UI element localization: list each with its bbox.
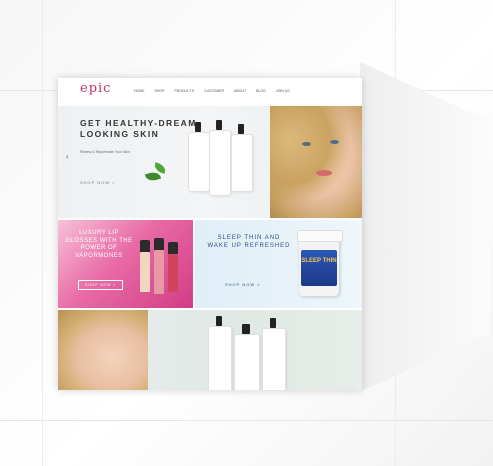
gloss-tube (168, 254, 178, 292)
model-eye (330, 140, 339, 144)
nav-items: HOME SHOP PRODUCTS CUSTOMER ABOUT BLOG J… (134, 89, 290, 93)
lip-gloss-title: LUXURY LIP GLOSSES WITH THE POWER OF VAP… (65, 230, 133, 259)
bottle-pump (216, 120, 222, 130)
supplement-jar-lid (297, 230, 343, 242)
product-bottle (209, 130, 231, 196)
product-bottle (188, 132, 210, 192)
nav-item-products[interactable]: PRODUCTS (174, 89, 194, 93)
bottle-pump (195, 122, 201, 132)
bottle-pump (216, 316, 222, 326)
bottle-pump (242, 324, 250, 334)
carousel-prev-icon[interactable]: ‹ (66, 152, 69, 161)
top-nav: epic HOME SHOP PRODUCTS CUSTOMER ABOUT B… (58, 78, 362, 107)
bottle-pump (238, 124, 244, 134)
nav-item-shop[interactable]: SHOP (155, 89, 165, 93)
model-photo-2 (58, 310, 148, 390)
supplement-jar-label (301, 250, 337, 286)
sleep-thin-promo[interactable]: SLEEP THIN AND WAKE UP REFRESHED SHOP NO… (195, 220, 362, 308)
background-crease (0, 420, 493, 421)
supplement-jar-text: SLEEP THIN (301, 258, 337, 264)
bottom-banner (58, 310, 362, 390)
model-hair (270, 106, 362, 218)
nav-item-about[interactable]: ABOUT (234, 89, 246, 93)
gloss-cap (140, 240, 150, 252)
logo[interactable]: epic (80, 81, 126, 103)
sleep-thin-shop-link[interactable]: SHOP NOW > (225, 282, 261, 287)
hero-subtitle: Renew & Rejuvenate Your Skin (80, 150, 130, 154)
product-bottle (234, 334, 260, 390)
bottle-pump (270, 318, 276, 328)
model-eye (302, 142, 311, 146)
website-screenshot: epic HOME SHOP PRODUCTS CUSTOMER ABOUT B… (58, 78, 362, 390)
background-crease (42, 0, 43, 466)
hero-shop-now-link[interactable]: SHOP NOW > (80, 180, 116, 185)
gloss-tube (154, 250, 164, 294)
gloss-cap (154, 238, 164, 250)
nav-item-customer[interactable]: CUSTOMER (204, 89, 224, 93)
nav-item-blog[interactable]: BLOG (256, 89, 266, 93)
gloss-cap (168, 242, 178, 254)
hero-banner: GET HEALTHY-DREAM LOOKING SKIN ‹ Renew &… (58, 106, 362, 218)
lip-gloss-promo[interactable]: LUXURY LIP GLOSSES WITH THE POWER OF VAP… (58, 220, 193, 308)
model-lips (316, 170, 332, 176)
lip-gloss-shop-button[interactable]: SHOP NOW > (78, 280, 123, 290)
nav-item-home[interactable]: HOME (134, 89, 145, 93)
sleep-thin-title: SLEEP THIN AND WAKE UP REFRESHED (207, 235, 291, 249)
product-bottle (208, 326, 232, 390)
nav-item-join[interactable]: JOIN US (276, 89, 290, 93)
gloss-tube (140, 252, 150, 292)
product-bottle (231, 134, 253, 192)
product-bottle (262, 328, 286, 390)
logo-text: epic (80, 81, 112, 96)
